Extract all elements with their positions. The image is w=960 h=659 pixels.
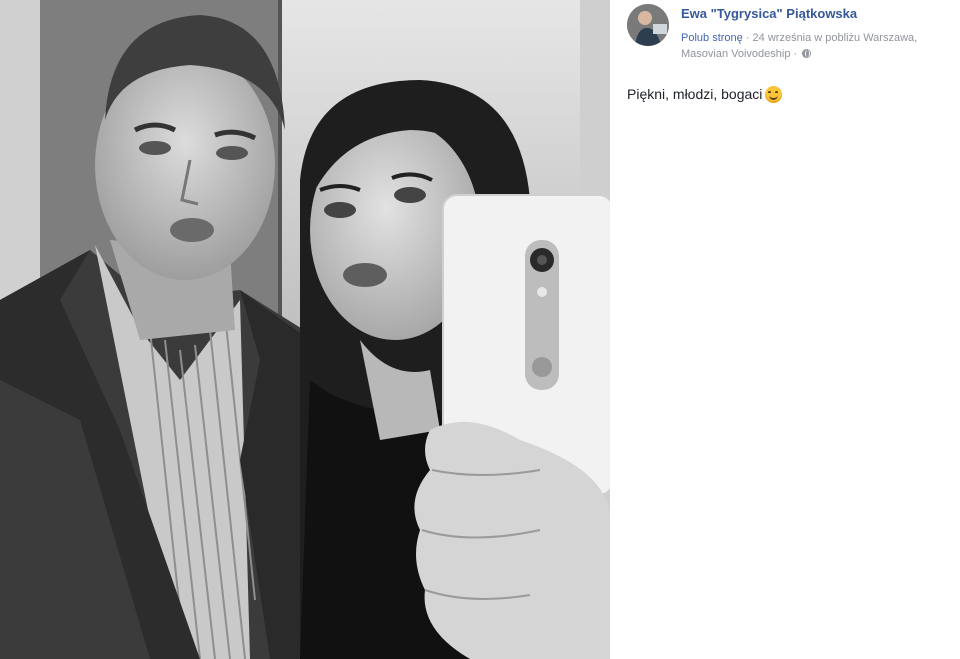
meta-separator-2: · bbox=[790, 48, 801, 60]
author-name[interactable]: Ewa "Tygrysica" Piątkowska bbox=[681, 6, 857, 21]
avatar[interactable] bbox=[627, 4, 669, 46]
avatar-image bbox=[627, 4, 669, 46]
selfie-photo-illustration bbox=[0, 0, 610, 659]
post-photo[interactable] bbox=[0, 0, 610, 659]
globe-icon[interactable] bbox=[802, 49, 812, 58]
post-caption: Piękni, młodzi, bogaci bbox=[627, 86, 783, 103]
like-page-link[interactable]: Polub stronę bbox=[681, 32, 743, 44]
smiling-face-icon bbox=[765, 86, 783, 103]
post-meta: Polub stronę · 24 września w pobliżu War… bbox=[681, 30, 959, 62]
meta-separator: · bbox=[742, 32, 753, 44]
post-sidebar: Ewa "Tygrysica" Piątkowska Polub stronę … bbox=[610, 0, 960, 659]
caption-text: Piękni, młodzi, bogaci bbox=[627, 86, 763, 102]
